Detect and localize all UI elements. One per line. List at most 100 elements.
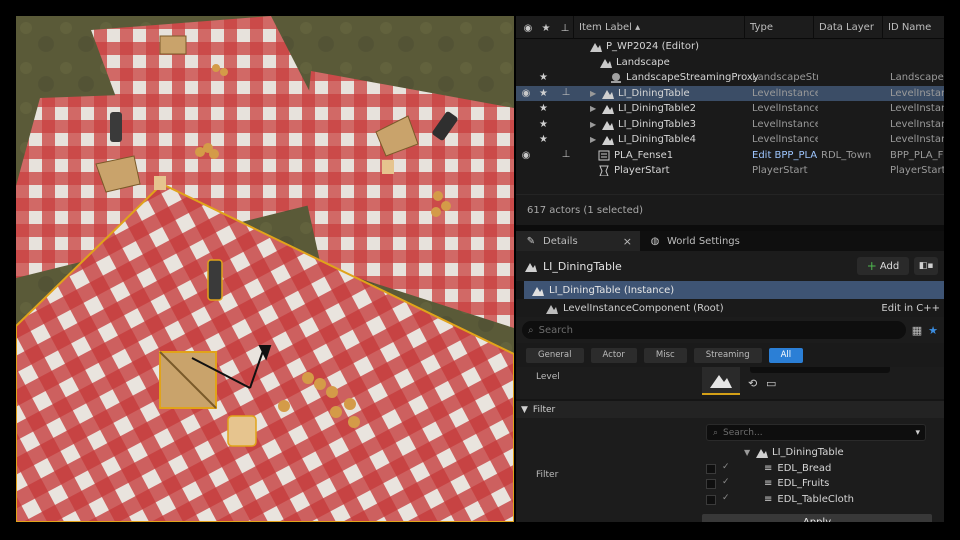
pin-column-icon[interactable]: ⊥ <box>558 21 572 35</box>
filter-streaming-button[interactable]: Streaming <box>693 347 762 363</box>
property-matrix-icon[interactable]: ▦ <box>912 324 922 337</box>
outliner-row-id: BPP_PLA_F <box>890 149 944 161</box>
details-search-row: ⌕ Search ▦ ★ <box>516 317 944 343</box>
plus-icon: + <box>866 259 877 273</box>
actor-count-status: 617 actors (1 selected) <box>516 194 944 225</box>
favorite-star-icon[interactable]: ★ <box>539 86 548 102</box>
component-root-row[interactable]: LevelInstanceComponent (Root) Edit in C+… <box>516 299 944 317</box>
outliner-row-id: PlayerStart_ <box>890 165 944 176</box>
level-instance-icon <box>525 261 537 272</box>
filter-section-title: Filter <box>532 404 556 415</box>
proxy-icon <box>610 72 622 84</box>
outliner-row-playerstart[interactable]: PlayerStart PlayerStart PlayerStart_ <box>516 163 944 179</box>
favorite-column-icon[interactable]: ★ <box>539 21 553 35</box>
collapse-arrow-icon[interactable]: ▼ <box>744 448 752 457</box>
favorites-star-icon[interactable]: ★ <box>928 324 938 337</box>
level-asset-combo[interactable] <box>750 367 890 373</box>
outliner-row-world[interactable]: P_WP2024 (Editor) <box>516 39 944 55</box>
filter-misc-button[interactable]: Misc <box>643 347 687 363</box>
category-filter-bar: General Actor Misc Streaming All <box>516 343 944 367</box>
tree-layer-row[interactable]: ✓ ≡ EDL_Fruits <box>702 476 932 492</box>
filter-property-label: Filter <box>536 470 559 480</box>
favorite-star-icon[interactable]: ★ <box>539 132 548 148</box>
filter-all-button[interactable]: All <box>768 347 804 363</box>
filter-general-button[interactable]: General <box>526 347 584 363</box>
landscape-icon <box>600 57 612 68</box>
check-icon: ✓ <box>722 477 730 487</box>
data-layer-tree: ▼ LI_DiningTable ✓ ≡ EDL_Bread ✓ ≡ EDL_F… <box>702 445 932 507</box>
data-layer-icon: ≡ <box>764 478 773 490</box>
hierarchy-icon: ◧▪ <box>918 261 934 271</box>
expand-arrow-icon[interactable]: ▶ <box>590 101 598 117</box>
eye-icon[interactable]: ◉ <box>519 149 533 163</box>
level-thumbnail[interactable] <box>702 367 740 395</box>
outliner-row-label: LI_DiningTable2 <box>618 103 697 114</box>
tree-root-row[interactable]: ▼ LI_DiningTable <box>702 445 932 461</box>
outliner-row-li-diningtable4[interactable]: ★ ▶ LI_DiningTable4 LevelInstance LevelI… <box>516 132 944 148</box>
layer-checkbox[interactable] <box>706 463 716 474</box>
outliner-row-li-diningtable2[interactable]: ★ ▶ LI_DiningTable2 LevelInstance LevelI… <box>516 101 944 117</box>
tab-details[interactable]: ✎ Details × <box>516 231 640 251</box>
expand-arrow-icon[interactable]: ▶ <box>590 132 598 148</box>
filter-actor-button[interactable]: Actor <box>590 347 637 363</box>
outliner-row-id: LandscapeS <box>890 72 944 83</box>
edit-blueprint-link[interactable]: Edit BPP_PLA <box>752 148 818 164</box>
bread-slices <box>227 415 257 447</box>
column-type[interactable]: Type <box>744 16 814 39</box>
eye-icon[interactable]: ◉ <box>519 87 533 101</box>
reset-icon[interactable]: ⟲ <box>748 377 757 390</box>
outliner-row-label: Landscape <box>616 56 670 68</box>
search-icon: ⌕ <box>713 427 719 438</box>
details-search-input[interactable]: ⌕ Search <box>522 321 906 339</box>
outliner-row-label: LandscapeStreamingProxy <box>626 72 759 83</box>
favorite-star-icon[interactable]: ★ <box>539 70 548 86</box>
close-tab-icon[interactable]: × <box>623 235 632 248</box>
level-instance-icon <box>602 134 614 146</box>
layer-checkbox[interactable] <box>706 494 716 505</box>
edit-in-cpp-link[interactable]: Edit in C++ <box>881 303 940 314</box>
chevron-down-icon[interactable]: ▾ <box>915 428 920 438</box>
data-layer-icon: ≡ <box>764 493 773 505</box>
level-viewport[interactable] <box>16 16 514 522</box>
expand-arrow-icon[interactable]: ▶ <box>590 117 598 133</box>
add-button-label: Add <box>879 260 900 272</box>
favorite-star-icon[interactable]: ★ <box>539 117 548 133</box>
outliner-row-streaming-proxy[interactable]: ★ LandscapeStreamingProxy LandscapeStr L… <box>516 70 944 86</box>
instance-label: LI_DiningTable (Instance) <box>549 284 675 296</box>
visibility-column-icon[interactable]: ◉ <box>521 21 535 35</box>
outliner-list: P_WP2024 (Editor) Landscape ★ LandscapeS… <box>516 39 944 194</box>
level-property-row: Level ⟲ ▭ <box>516 367 944 399</box>
favorite-star-icon[interactable]: ★ <box>539 101 548 117</box>
outliner-row-li-diningtable[interactable]: ◉ ★ ⊥ ▶ LI_DiningTable LevelInstance Lev… <box>516 85 944 102</box>
pin-icon[interactable]: ⊥ <box>559 148 573 162</box>
outliner-row-type: PlayerStart <box>752 165 808 176</box>
blueprint-options-button[interactable]: ◧▪ <box>914 257 938 275</box>
filter-section-header[interactable]: ▼ Filter <box>516 401 944 418</box>
tab-world-settings[interactable]: ◍ World Settings <box>640 231 748 251</box>
outliner-row-pla-fense1[interactable]: ◉ ⊥ PLA_Fense1 Edit BPP_PLA RDL_Town BPP… <box>516 148 944 164</box>
browse-icon[interactable]: ▭ <box>766 377 776 390</box>
pin-icon[interactable]: ⊥ <box>559 86 573 100</box>
column-id-name[interactable]: ID Name <box>882 16 944 39</box>
outliner-row-label: P_WP2024 (Editor) <box>606 41 699 52</box>
lantern-items <box>207 259 223 301</box>
layer-checkbox[interactable] <box>706 479 716 489</box>
apply-button[interactable]: Apply <box>702 514 932 522</box>
viewport-scene <box>16 16 514 522</box>
layer-label: EDL_TableCloth <box>777 493 854 505</box>
column-item-label[interactable]: Item Label ▴ <box>573 16 749 39</box>
player-start-icon <box>598 165 610 177</box>
add-component-button[interactable]: + Add <box>857 257 909 275</box>
outliner-row-label: LI_DiningTable3 <box>618 118 697 130</box>
tree-layer-row[interactable]: ✓ ≡ EDL_Bread <box>702 461 932 477</box>
tree-layer-row[interactable]: ✓ ≡ EDL_TableCloth <box>702 492 932 508</box>
outliner-row-landscape[interactable]: Landscape <box>516 55 944 71</box>
outliner-row-li-diningtable3[interactable]: ★ ▶ LI_DiningTable3 LevelInstance LevelI… <box>516 117 944 133</box>
filter-search-input[interactable]: ⌕ Search... ▾ <box>706 424 926 441</box>
column-data-layer[interactable]: Data Layer <box>813 16 883 39</box>
outliner-row-id: LevelInstance <box>890 87 944 99</box>
tree-root-label: LI_DiningTable <box>772 447 844 459</box>
expand-arrow-icon[interactable]: ▶ <box>590 86 598 102</box>
check-icon: ✓ <box>722 461 730 472</box>
component-instance-row[interactable]: LI_DiningTable (Instance) <box>524 281 944 299</box>
